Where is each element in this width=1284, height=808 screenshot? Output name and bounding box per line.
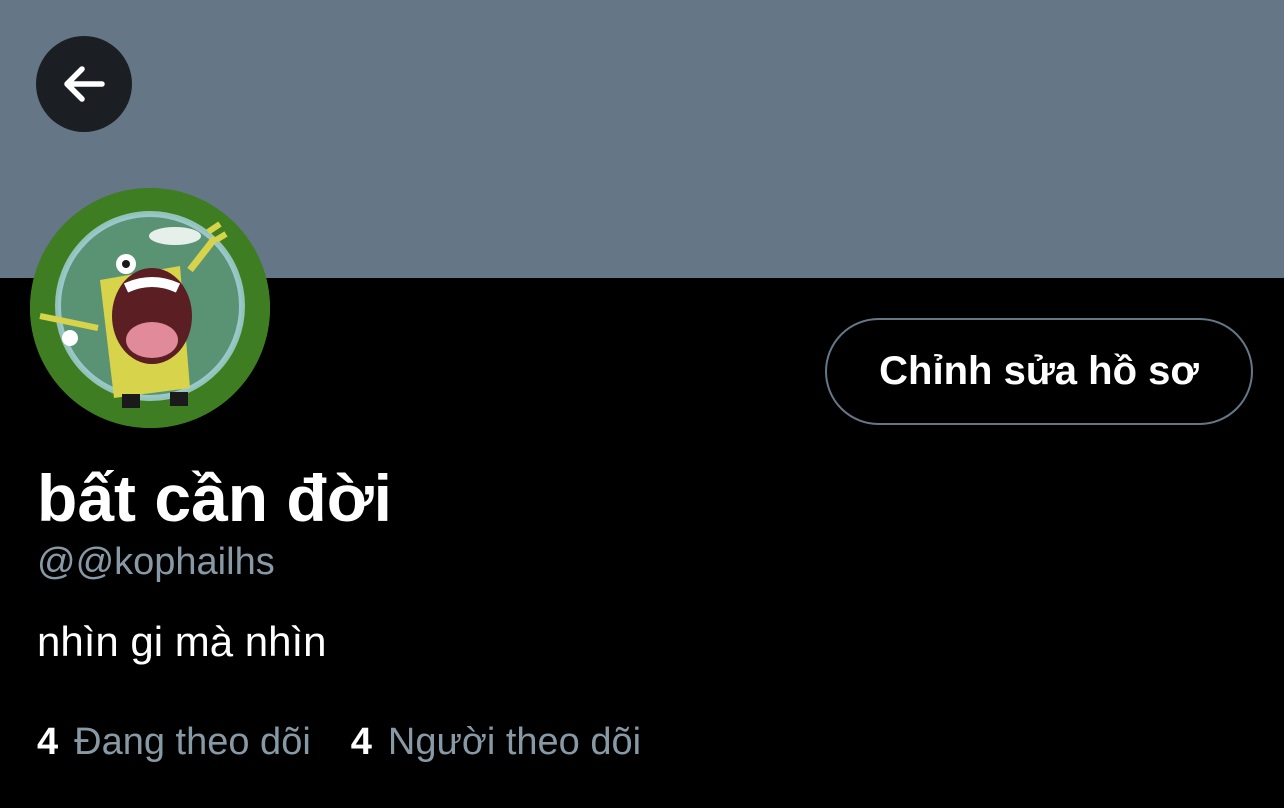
display-name: bất cần đời xyxy=(37,461,392,535)
avatar[interactable] xyxy=(30,188,270,428)
following-label: Đang theo dõi xyxy=(74,721,311,763)
edit-profile-button[interactable]: Chỉnh sửa hồ sơ xyxy=(825,318,1253,425)
spongebob-avatar-image xyxy=(30,188,270,428)
profile-page: Chỉnh sửa hồ sơ bất cần đời @@kophailhs … xyxy=(0,0,1284,808)
following-count: 4 xyxy=(37,721,59,763)
profile-bio: nhìn gi mà nhìn xyxy=(37,618,327,665)
username-handle: @@kophailhs xyxy=(37,541,275,583)
following-link[interactable]: 4 Đang theo dõi xyxy=(37,716,311,768)
followers-link[interactable]: 4 Người theo dõi xyxy=(351,716,641,768)
followers-label: Người theo dõi xyxy=(387,721,642,763)
arrow-left-icon xyxy=(64,66,105,102)
follow-stats: 4 Đang theo dõi 4 Người theo dõi xyxy=(37,716,681,768)
followers-count: 4 xyxy=(350,721,372,763)
back-button[interactable] xyxy=(36,36,132,132)
